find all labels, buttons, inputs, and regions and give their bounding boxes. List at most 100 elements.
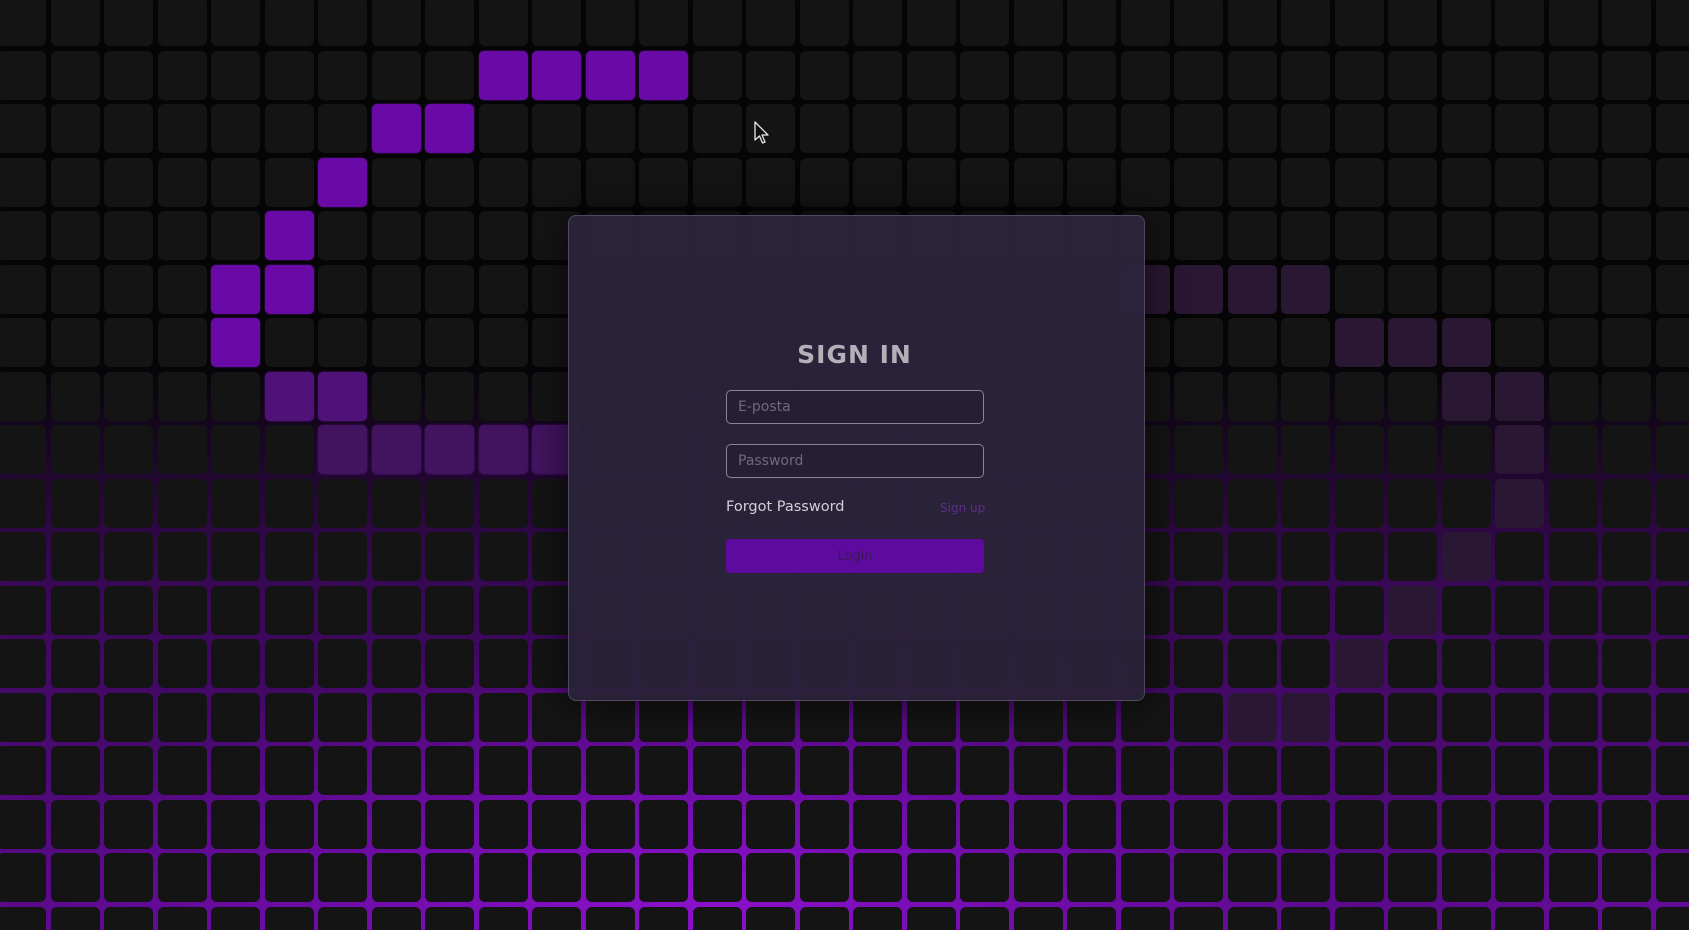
grid-tile — [1602, 104, 1651, 153]
grid-tile — [104, 906, 153, 930]
login-button[interactable]: Login — [726, 539, 984, 573]
grid-tile — [478, 906, 528, 930]
grid-tile — [1174, 799, 1223, 849]
grid-tile — [0, 425, 46, 474]
grid-tile — [104, 104, 153, 153]
grid-tile — [425, 532, 474, 581]
grid-tile — [1174, 211, 1223, 260]
grid-tile — [1655, 50, 1689, 100]
grid-tile — [425, 799, 474, 849]
grid-tile — [478, 692, 528, 742]
grid-tile — [1067, 853, 1116, 902]
grid-tile — [1334, 104, 1384, 153]
grid-tile — [211, 157, 260, 207]
grid-tile — [532, 906, 581, 930]
grid-tile — [478, 478, 528, 528]
password-field[interactable] — [726, 444, 984, 478]
grid-tile — [211, 425, 260, 474]
grid-tile — [1495, 264, 1544, 314]
highlighted-tile — [371, 425, 421, 474]
grid-tile — [1281, 532, 1330, 581]
grid-tile — [264, 478, 314, 528]
grid-tile — [1655, 0, 1689, 46]
grid-tile — [1441, 853, 1491, 902]
grid-tile — [853, 853, 902, 902]
faded-tile — [1441, 532, 1491, 581]
grid-tile — [1388, 478, 1437, 528]
highlighted-tile — [318, 371, 367, 421]
grid-tile — [318, 853, 367, 902]
email-field[interactable] — [726, 390, 984, 424]
grid-tile — [211, 532, 260, 581]
grid-tile — [1067, 906, 1116, 930]
grid-tile — [425, 0, 474, 46]
grid-tile — [425, 371, 474, 421]
grid-tile — [478, 585, 528, 635]
grid-tile — [1655, 692, 1689, 742]
grid-tile — [1655, 425, 1689, 474]
grid-tile — [104, 585, 153, 635]
signup-link[interactable]: Sign up — [940, 501, 985, 515]
grid-tile — [1602, 692, 1651, 742]
grid-tile — [104, 478, 153, 528]
grid-tile — [50, 799, 100, 849]
grid-tile — [1120, 799, 1170, 849]
grid-tile — [1602, 50, 1651, 100]
grid-tile — [1174, 692, 1223, 742]
grid-tile — [853, 799, 902, 849]
grid-tile — [853, 157, 902, 207]
grid-tile — [1334, 425, 1384, 474]
grid-tile — [1495, 157, 1544, 207]
grid-tile — [585, 0, 635, 46]
faded-tile — [1388, 585, 1437, 635]
grid-tile — [960, 906, 1009, 930]
grid-tile — [906, 853, 956, 902]
grid-tile — [50, 425, 100, 474]
grid-tile — [0, 853, 46, 902]
grid-tile — [692, 157, 742, 207]
grid-tile — [50, 585, 100, 635]
grid-tile — [1281, 799, 1330, 849]
grid-tile — [1334, 50, 1384, 100]
grid-tile — [1067, 746, 1116, 795]
grid-tile — [1281, 746, 1330, 795]
grid-tile — [585, 853, 635, 902]
grid-tile — [1013, 853, 1063, 902]
grid-tile — [318, 799, 367, 849]
grid-tile — [0, 211, 46, 260]
grid-tile — [104, 211, 153, 260]
grid-tile — [1655, 264, 1689, 314]
grid-tile — [532, 746, 581, 795]
grid-tile — [906, 157, 956, 207]
grid-tile — [157, 371, 207, 421]
grid-tile — [50, 50, 100, 100]
grid-tile — [1281, 478, 1330, 528]
forgot-password-link[interactable]: Forgot Password — [726, 499, 845, 515]
grid-tile — [50, 746, 100, 795]
grid-tile — [50, 532, 100, 581]
grid-tile — [532, 0, 581, 46]
grid-tile — [478, 799, 528, 849]
grid-tile — [1441, 0, 1491, 46]
grid-tile — [1548, 746, 1598, 795]
grid-tile — [1495, 639, 1544, 688]
grid-tile — [532, 157, 581, 207]
grid-tile — [1334, 478, 1384, 528]
grid-tile — [1495, 906, 1544, 930]
grid-tile — [1334, 692, 1384, 742]
grid-tile — [799, 50, 849, 100]
grid-tile — [1495, 0, 1544, 46]
faded-tile — [1227, 692, 1277, 742]
grid-tile — [425, 157, 474, 207]
grid-tile — [157, 264, 207, 314]
grid-tile — [639, 853, 688, 902]
grid-tile — [1281, 425, 1330, 474]
grid-tile — [1174, 0, 1223, 46]
grid-tile — [746, 50, 795, 100]
grid-tile — [639, 906, 688, 930]
grid-tile — [746, 853, 795, 902]
faded-tile — [1227, 264, 1277, 314]
grid-tile — [211, 692, 260, 742]
grid-tile — [157, 639, 207, 688]
grid-tile — [1281, 104, 1330, 153]
